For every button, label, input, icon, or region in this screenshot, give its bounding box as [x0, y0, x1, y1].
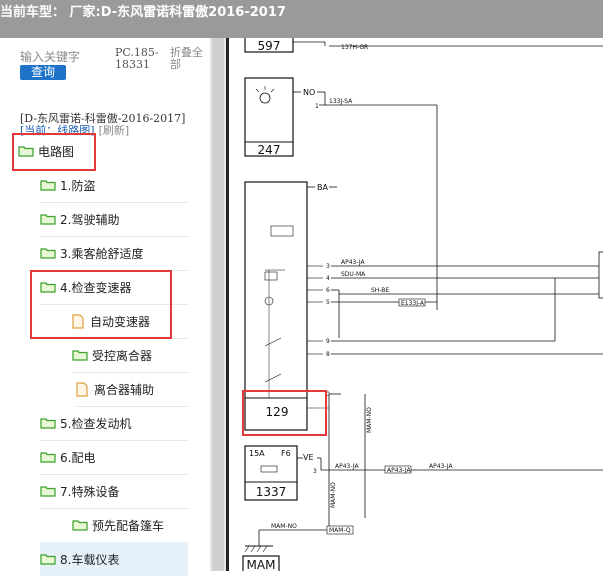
wire-label-137h: 137H-GR — [341, 44, 368, 51]
folder-icon — [72, 350, 88, 361]
document-icon — [76, 381, 88, 397]
wire-label-133j: 133J-SA — [329, 98, 353, 105]
component-mam-label: MAM — [247, 558, 276, 571]
tree-item-pre-equipped-van[interactable]: 预先配备篷车 — [72, 508, 188, 543]
tree-item-anti-theft[interactable]: 1.防盗 — [40, 168, 188, 203]
tree-item-controlled-clutch[interactable]: 受控离合器 — [72, 338, 188, 373]
folder-icon — [40, 452, 56, 463]
wire-label-ap43-2: AP43-JA — [335, 463, 360, 470]
fuse-rating: 15A — [249, 449, 265, 458]
wire-label-mam-no-v: MAM-NO — [366, 407, 373, 433]
folder-icon — [40, 248, 56, 259]
pin-4: 4 — [326, 275, 330, 282]
component-247-label: 247 — [258, 143, 281, 157]
search-input[interactable]: 输入关键字 — [20, 48, 80, 65]
pin-6: 6 — [326, 287, 330, 294]
wiring-diagram: 597 137H-GR 247 NO 1 133J-SA 129 BA 3 AP… — [226, 38, 603, 571]
tree-item-label: 7.特殊设备 — [60, 484, 120, 499]
folder-icon — [40, 486, 56, 497]
tree-item-label: 2.驾驶辅助 — [60, 212, 120, 227]
folder-icon — [40, 214, 56, 225]
connector-ve: VE — [303, 453, 314, 462]
connector-ba: BA — [317, 183, 328, 192]
wire-label-mam-no-h: MAM-NO — [271, 523, 297, 530]
tree-item-label: 受控离合器 — [92, 348, 153, 363]
tree-item-power-distribution[interactable]: 6.配电 — [40, 440, 188, 475]
pc-code: PC.185-18331 — [115, 46, 159, 71]
wire-label-mam-no-v2: MAM-NO — [330, 482, 337, 508]
tree-item-clutch-assist[interactable]: 离合器辅助 — [76, 372, 188, 407]
pin-3b: 3 — [313, 468, 317, 475]
pin-1: 1 — [315, 103, 319, 110]
collapse-all-link[interactable]: 折叠全部 — [170, 47, 210, 71]
tree-item-label: 3.乘客舱舒适度 — [60, 246, 144, 261]
folder-icon — [40, 180, 56, 191]
tree-item-label: 1.防盗 — [60, 178, 96, 193]
folder-icon — [40, 418, 56, 429]
fuse-id: F6 — [281, 449, 291, 458]
sidebar: 输入关键字 查询 PC.185-18331 折叠全部 [D-东风雷诺-科雷傲-2… — [0, 38, 210, 576]
tree-item-label: 离合器辅助 — [94, 382, 155, 397]
tree-item-label: 5.检查发动机 — [60, 416, 132, 431]
vehicle-title: 当前车型： 厂家:D-东风雷诺科雷傲2016-2017 — [0, 5, 286, 20]
wiring-diagram-canvas: 597 137H-GR 247 NO 1 133J-SA 129 BA 3 AP… — [242, 38, 603, 571]
wire-label-e133: E133J-A — [401, 300, 425, 307]
wire-label-shbe: SH-BE — [371, 287, 389, 294]
component-597-label: 597 — [258, 39, 281, 53]
connector-no: NO — [303, 88, 315, 97]
folder-icon — [40, 554, 56, 565]
wire-label-ap43-4: AP43-JA — [429, 463, 454, 470]
folder-icon — [72, 520, 88, 531]
tree-item-cabin-comfort[interactable]: 3.乘客舱舒适度 — [40, 236, 188, 271]
highlight-component-129 — [242, 390, 327, 436]
pin-3: 3 — [326, 263, 330, 270]
sidebar-scrollbar-thumb[interactable] — [212, 38, 224, 571]
search-button[interactable]: 查询 — [20, 65, 66, 80]
tree-item-label: 6.配电 — [60, 450, 96, 465]
right-connector — [598, 251, 603, 299]
wire-label-ap43-1: AP43-JA — [341, 259, 366, 266]
component-1337-label: 1337 — [256, 485, 287, 499]
tree-item-special-equipment[interactable]: 7.特殊设备 — [40, 474, 188, 509]
wire-label-sdu: SDU-MA — [341, 271, 366, 278]
tree-item-driving-assist[interactable]: 2.驾驶辅助 — [40, 202, 188, 237]
mam-q-label: MAM-Q — [329, 527, 351, 534]
tree-item-label: 预先配备篷车 — [92, 518, 165, 533]
app-header: 当前车型： 厂家:D-东风雷诺科雷傲2016-2017 — [0, 0, 603, 38]
pin-8: 8 — [326, 351, 330, 358]
tree-item-engine-check[interactable]: 5.检查发动机 — [40, 406, 188, 441]
wire-label-ap43-3: AP43-JA — [387, 467, 412, 474]
refresh-link[interactable]: [刷新] — [99, 124, 130, 137]
highlight-transmission — [30, 270, 172, 339]
pin-9: 9 — [326, 338, 330, 345]
pin-5: 5 — [326, 299, 330, 306]
highlight-circuit-diagram — [12, 133, 96, 171]
tree-item-label: 8.车载仪表 — [60, 552, 120, 567]
